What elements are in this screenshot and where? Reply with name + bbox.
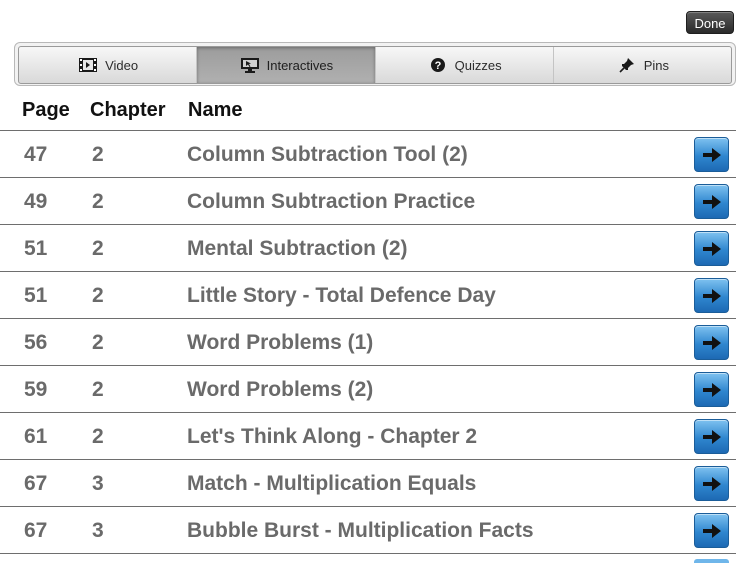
open-button[interactable]: [694, 466, 729, 501]
row-page: 49: [24, 190, 48, 213]
arrow-right-icon: [702, 382, 721, 397]
row-name: Column Subtraction Tool (2): [187, 143, 468, 166]
header-page[interactable]: Page: [22, 99, 70, 122]
row-chapter: 2: [92, 237, 104, 260]
row-page: 51: [24, 237, 48, 260]
arrow-right-icon: [702, 241, 721, 256]
table-header: Page Chapter Name: [0, 90, 736, 131]
table-row[interactable]: 49 2 Column Subtraction Practice: [0, 178, 736, 225]
open-button[interactable]: [694, 278, 729, 313]
table-row[interactable]: 61 2 Let's Think Along - Chapter 2: [0, 413, 736, 460]
header-name[interactable]: Name: [188, 99, 242, 122]
table-row[interactable]: 51 2 Mental Subtraction (2): [0, 225, 736, 272]
open-button[interactable]: [694, 419, 729, 454]
row-page: 67: [24, 519, 48, 542]
tab-pins[interactable]: Pins: [554, 47, 731, 83]
row-chapter: 2: [92, 284, 104, 307]
row-chapter: 2: [92, 378, 104, 401]
row-name: Let's Think Along - Chapter 2: [187, 425, 478, 448]
table-row[interactable]: 47 2 Column Subtraction Tool (2): [0, 131, 736, 178]
tab-video[interactable]: Video: [19, 47, 198, 83]
svg-text:?: ?: [434, 60, 441, 72]
row-chapter: 3: [92, 472, 104, 495]
table-row[interactable]: 56 2 Word Problems (1): [0, 319, 736, 366]
arrow-right-icon: [702, 147, 721, 162]
row-chapter: 2: [92, 143, 104, 166]
open-button[interactable]: [694, 231, 729, 266]
interactives-list: 47 2 Column Subtraction Tool (2) 49 2 Co…: [0, 131, 736, 554]
pin-icon: [616, 56, 638, 74]
open-button[interactable]: [694, 184, 729, 219]
row-chapter: 2: [92, 331, 104, 354]
tab-interactives[interactable]: Interactives: [197, 47, 376, 83]
row-name: Match - Multiplication Equals: [187, 472, 477, 495]
row-page: 61: [24, 425, 48, 448]
table-row[interactable]: 67 3 Match - Multiplication Equals: [0, 460, 736, 507]
arrow-right-icon: [702, 429, 721, 444]
row-name: Word Problems (2): [187, 378, 374, 401]
row-name: Word Problems (1): [187, 331, 374, 354]
question-icon: ?: [427, 56, 449, 74]
open-button[interactable]: [694, 372, 729, 407]
row-page: 56: [24, 331, 48, 354]
table-row[interactable]: 59 2 Word Problems (2): [0, 366, 736, 413]
next-row-button-partial[interactable]: [694, 559, 729, 563]
row-chapter: 2: [92, 190, 104, 213]
tab-quizzes[interactable]: ? Quizzes: [376, 47, 554, 83]
open-button[interactable]: [694, 325, 729, 360]
row-page: 47: [24, 143, 48, 166]
table-row[interactable]: 67 3 Bubble Burst - Multiplication Facts: [0, 507, 736, 554]
arrow-right-icon: [702, 288, 721, 303]
category-tabs: Video Interactives ? Quizzes Pins: [14, 42, 736, 86]
arrow-right-icon: [702, 194, 721, 209]
row-name: Little Story - Total Defence Day: [187, 284, 496, 307]
row-page: 59: [24, 378, 48, 401]
row-chapter: 2: [92, 425, 104, 448]
arrow-right-icon: [702, 523, 721, 538]
tab-pins-label: Pins: [643, 57, 670, 73]
header-chapter[interactable]: Chapter: [90, 99, 166, 122]
film-icon: [77, 56, 99, 74]
row-name: Bubble Burst - Multiplication Facts: [187, 519, 534, 542]
table-row[interactable]: 51 2 Little Story - Total Defence Day: [0, 272, 736, 319]
open-button[interactable]: [694, 137, 729, 172]
row-chapter: 3: [92, 519, 104, 542]
row-page: 67: [24, 472, 48, 495]
arrow-right-icon: [702, 476, 721, 491]
arrow-right-icon: [702, 335, 721, 350]
row-name: Column Subtraction Practice: [187, 190, 476, 213]
done-button[interactable]: Done: [686, 11, 734, 34]
tab-interactives-label: Interactives: [266, 57, 334, 73]
monitor-icon: [239, 56, 261, 74]
tab-video-label: Video: [105, 57, 139, 73]
tab-quizzes-label: Quizzes: [454, 57, 502, 73]
row-name: Mental Subtraction (2): [187, 237, 408, 260]
open-button[interactable]: [694, 513, 729, 548]
row-page: 51: [24, 284, 48, 307]
